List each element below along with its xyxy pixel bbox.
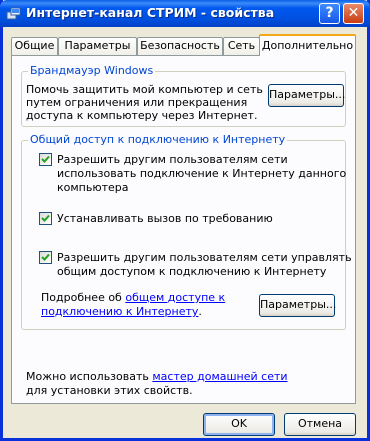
firewall-settings-button[interactable]: Параметры... <box>268 84 345 107</box>
ics-help-link-part-2[interactable]: подключению к Интернету <box>41 305 198 318</box>
allow-other-users-connect-checkbox[interactable] <box>39 153 52 166</box>
firewall-description-line-3: доступа к компьютеру через Интернет. <box>26 109 258 122</box>
allow-other-users-connect-label-2: использовать подключение к Интернету дан… <box>57 167 347 180</box>
ok-button[interactable]: OK <box>203 413 275 436</box>
tab-security[interactable]: Безопасность <box>137 37 223 55</box>
checkmark-icon <box>41 253 50 261</box>
title-bar[interactable]: Интернет-канал СТРИМ - свойства ? ✕ <box>0 0 370 27</box>
home-network-wizard-link[interactable]: мастер домашней сети <box>152 370 287 383</box>
allow-other-users-control-label-1: Разрешить другим пользователям сети упра… <box>57 251 352 264</box>
allow-other-users-connect-label-1: Разрешить другим пользователям сети <box>57 153 288 166</box>
firewall-legend: Брандмауэр Windows <box>28 64 156 77</box>
close-button[interactable]: ✕ <box>343 3 364 24</box>
tab-general[interactable]: Общие <box>11 37 58 55</box>
cancel-button[interactable]: Отмена <box>284 413 356 436</box>
tab-strip: Общие Параметры Безопасность Сеть Дополн… <box>11 34 356 56</box>
checkmark-icon <box>41 214 50 222</box>
wizard-line-2: для установки этих свойств. <box>26 384 193 397</box>
ics-settings-button[interactable]: Параметры... <box>259 294 336 317</box>
allow-other-users-control-label-2: общим доступом к подключению к Интернету <box>57 265 327 278</box>
properties-window: Интернет-канал СТРИМ - свойства ? ✕ Общи… <box>0 0 370 441</box>
allow-other-users-connect-label-3: компьютера <box>57 181 129 194</box>
ics-more-info-line-1: Подробнее об общем доступе к <box>41 291 226 304</box>
firewall-description-line-2: путем ограничения или прекращения <box>26 96 248 109</box>
advanced-tab-panel: Брандмауэр Windows Помочь защитить мой к… <box>11 55 356 404</box>
tab-networking[interactable]: Сеть <box>223 37 260 55</box>
checkmark-icon <box>41 155 50 163</box>
wizard-line-1: Можно использовать мастер домашней сети <box>26 370 288 383</box>
ics-help-link-part-1[interactable]: общем доступе к <box>125 291 225 304</box>
ics-group: Общий доступ к подключению к Интернету Р… <box>21 133 352 330</box>
dial-on-demand-label: Устанавливать вызов по требованию <box>57 212 273 225</box>
tab-options[interactable]: Параметры <box>58 37 137 55</box>
help-button[interactable]: ? <box>319 3 340 24</box>
ics-legend: Общий доступ к подключению к Интернету <box>28 133 288 146</box>
firewall-description-line-1: Помочь защитить мой компьютер и сеть <box>26 83 263 96</box>
window-title: Интернет-канал СТРИМ - свойства <box>26 5 275 20</box>
firewall-group: Брандмауэр Windows Помочь защитить мой к… <box>21 64 346 127</box>
tab-advanced[interactable]: Дополнительно <box>259 34 356 56</box>
allow-other-users-control-checkbox[interactable] <box>39 251 52 264</box>
network-connection-icon <box>6 6 21 21</box>
ics-more-info-line-2: подключению к Интернету. <box>41 305 202 318</box>
dial-on-demand-checkbox[interactable] <box>39 212 52 225</box>
